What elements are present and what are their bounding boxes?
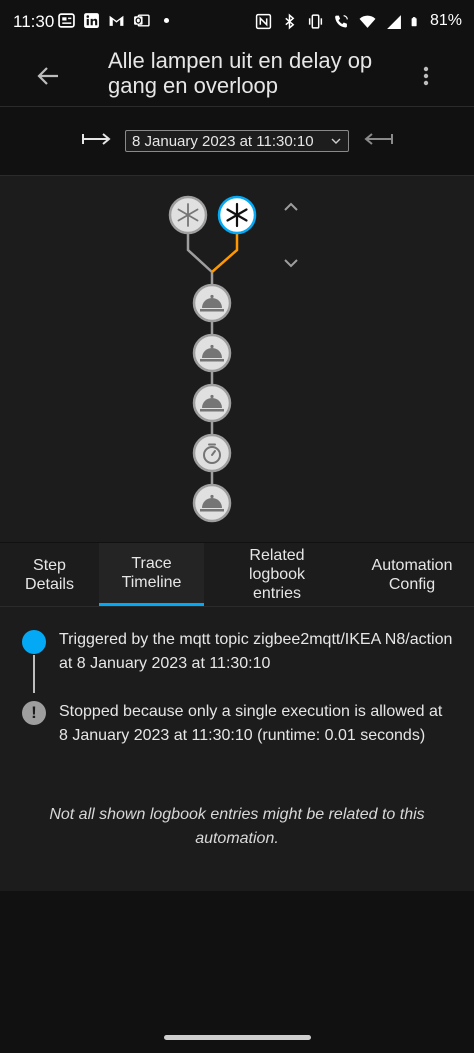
action-node-2[interactable] [192,333,232,373]
action-node-1[interactable] [192,283,232,323]
action-node-4[interactable] [192,433,232,473]
bluetooth-icon [285,13,295,29]
trigger-path-inactive [186,232,214,286]
action-node-3[interactable] [192,383,232,423]
battery-percent: 81% [429,12,462,29]
gesture-nav-bar[interactable] [164,1035,311,1040]
tab-trace-timeline[interactable]: Trace Timeline [99,543,204,606]
action-node-5[interactable] [192,483,232,523]
chevron-up-icon[interactable] [278,196,304,218]
chevron-down-icon[interactable] [278,252,304,274]
signal-5g-icon [387,14,401,29]
chevron-down-icon [331,138,341,144]
tab-related-logbook-entries[interactable]: Related logbook entries [204,543,350,606]
trace-graph [0,176,474,542]
tab-automation-config[interactable]: Automation Config [350,543,474,606]
page-title: Alle lampen uit en delay op gang en over… [108,48,373,98]
app-bar: Alle lampen uit en delay op gang en over… [0,44,474,107]
trace-selector: 8 January 2023 at 11:30:10 [0,107,474,176]
timeline-entry-trigger: Triggered by the mqtt topic zigbee2mqtt/… [59,631,453,672]
status-time: 11:30 [13,12,55,31]
outlook-icon [134,14,150,27]
newer-trace-icon[interactable] [363,131,395,147]
trigger-node-1[interactable] [168,195,208,235]
back-arrow-icon[interactable] [30,60,66,92]
vibrate-icon [308,13,323,29]
older-trace-icon[interactable] [80,131,112,147]
battery-icon [411,16,417,26]
trace-graph-svg [168,195,257,523]
status-bar: 11:30 81% [0,0,474,44]
trigger-dot-icon [22,630,46,654]
tab-step-details[interactable]: Step Details [0,543,99,606]
dot-icon [163,17,170,24]
more-vertical-icon[interactable] [412,60,440,92]
timeline-entry-stopped: Stopped because only a single execution … [59,703,443,744]
alert-icon: ! [22,701,46,725]
timeline-connector [33,655,35,693]
trace-date-value: 8 January 2023 at 11:30:10 [132,133,314,150]
trigger-node-2[interactable] [217,195,257,235]
logbook-note: Not all shown logbook entries might be r… [49,806,425,847]
trace-date-select[interactable]: 8 January 2023 at 11:30:10 [125,130,349,152]
linkedin-icon [84,13,99,28]
wifi-call-icon [335,14,348,27]
news-icon [58,13,75,28]
nfc-icon [255,13,272,29]
wifi-icon [359,15,376,28]
trigger-path-active [211,232,239,273]
tab-bar: Step Details Trace Timeline Related logb… [0,543,474,607]
gmail-icon [109,15,124,26]
